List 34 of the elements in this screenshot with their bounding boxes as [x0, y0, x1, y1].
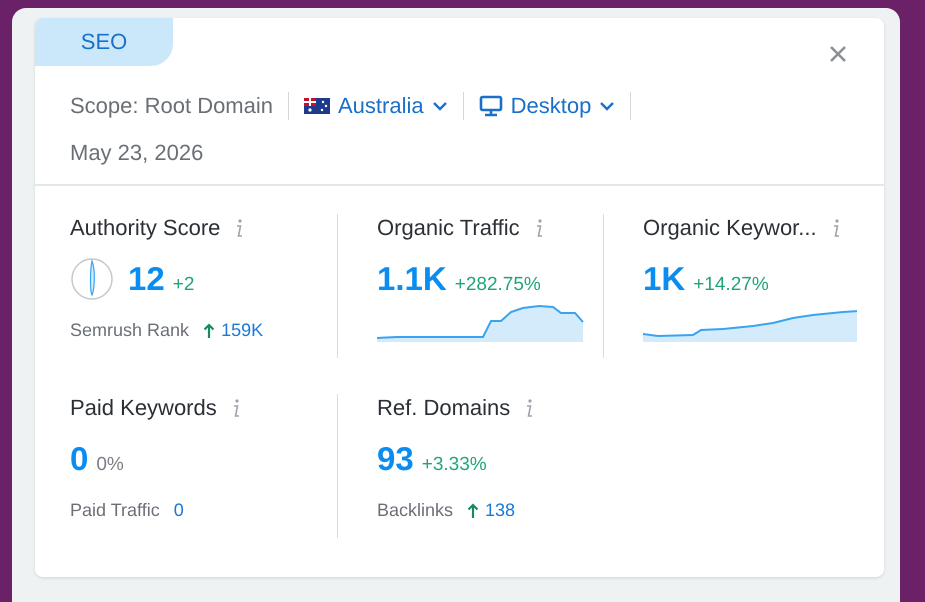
country-dropdown[interactable]: Australia: [304, 93, 448, 119]
report-date: May 23, 2026: [69, 139, 204, 167]
footer-value[interactable]: 159K: [221, 320, 264, 341]
flag-icon: [304, 98, 330, 114]
chevron-down-icon: [599, 101, 616, 111]
metric-change: +282.75%: [454, 274, 541, 296]
metric-title: Organic Keywor...: [643, 215, 817, 241]
footer-label: Semrush Rank: [70, 320, 190, 341]
footer-label: Backlinks: [377, 500, 454, 521]
scope-label: Scope: Root Domain: [70, 93, 273, 119]
metric-value: 1K: [643, 260, 686, 298]
metric-change: +3.33%: [422, 454, 487, 476]
close-icon: [828, 44, 848, 64]
chevron-down-icon: [432, 101, 448, 111]
footer-value[interactable]: 0: [174, 500, 184, 521]
close-button[interactable]: [828, 44, 848, 64]
metric-title: Ref. Domains: [377, 395, 510, 421]
device-dropdown[interactable]: Desktop: [478, 93, 616, 119]
metric-change: 0%: [96, 454, 124, 476]
metric-change: +2: [172, 274, 194, 296]
metric-value: 0: [70, 440, 88, 478]
info-icon[interactable]: [524, 397, 534, 419]
metric-value: 12: [128, 260, 165, 298]
footer-value[interactable]: 138: [485, 500, 516, 521]
metric-value: 1.1K: [377, 260, 447, 298]
metric-title: Paid Keywords: [70, 395, 217, 421]
monitor-icon: [478, 95, 503, 117]
footer-label: Paid Traffic: [70, 500, 160, 521]
metric-title: Authority Score: [70, 215, 220, 241]
info-icon[interactable]: [234, 217, 244, 239]
metric-title: Organic Traffic: [377, 215, 520, 241]
metric-value: 93: [377, 440, 414, 478]
seo-tag: SEO: [35, 18, 173, 66]
metric-change: +14.27%: [693, 274, 769, 296]
